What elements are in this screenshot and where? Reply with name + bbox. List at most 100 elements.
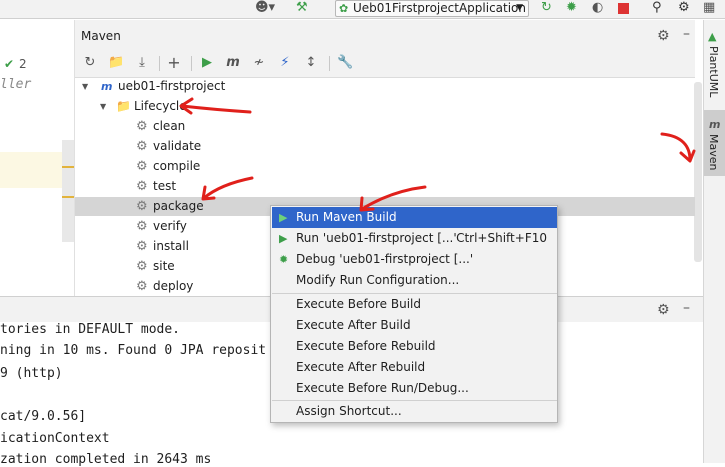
minimize-icon[interactable]: –	[683, 26, 690, 42]
console-line: ning in 10 ms. Found 0 JPA reposit	[0, 343, 267, 358]
menu-item-execute-before-run-debug[interactable]: Execute Before Run/Debug...	[272, 378, 557, 399]
run-icon: ▶	[279, 211, 288, 224]
menu-item-label: Modify Run Configuration...	[296, 273, 460, 287]
tree-node-label: compile	[153, 159, 201, 173]
menu-item-run-config[interactable]: ▶ Run 'ueb01-firstproject [...' Ctrl+Shi…	[272, 228, 557, 249]
tree-node-label: test	[153, 179, 177, 193]
maven-tab-icon: m	[709, 118, 721, 131]
chevron-down-icon[interactable]: ▼	[82, 77, 88, 96]
editor-scrollbar[interactable]	[62, 140, 74, 242]
gear-icon[interactable]: ⚙	[657, 28, 670, 44]
maven-toolbar: ↻ 📁 ⤓ + ▶ m ≁ ⚡ ↕ 🔧	[75, 50, 695, 78]
debug-icon: ✹	[279, 253, 289, 266]
gear-icon: ⚙	[136, 219, 148, 234]
tab-plantuml[interactable]: PlantUML	[707, 46, 720, 97]
tree-node-label: Lifecycle	[134, 99, 187, 113]
menu-item-execute-before-build[interactable]: Execute Before Build	[272, 294, 557, 315]
tree-node-phase[interactable]: ⚙ validate	[75, 137, 695, 156]
tree-node-label: deploy	[153, 279, 194, 293]
settings-icon[interactable]: ⚙	[678, 0, 690, 15]
inspection-count: 2	[19, 57, 27, 71]
console-line: zation completed in 2643 ms	[0, 452, 212, 467]
menu-item-label: Debug 'ueb01-firstproject [...'	[296, 252, 474, 266]
spring-icon: ✿	[339, 2, 349, 15]
menu-item-label: Execute After Rebuild	[296, 360, 426, 374]
offline-icon[interactable]: ⚡	[277, 55, 293, 71]
wrench-icon[interactable]: 🔧	[337, 55, 353, 71]
maven-panel-header	[75, 20, 695, 50]
menu-item-debug-config[interactable]: ✹ Debug 'ueb01-firstproject [...'	[272, 249, 557, 270]
console-line: cat/9.0.56]	[0, 409, 87, 424]
gear-icon: ⚙	[136, 199, 148, 214]
gear-icon: ⚙	[136, 179, 148, 194]
tree-node-label: ueb01-firstproject	[118, 79, 226, 93]
toolbar-separator	[329, 56, 330, 71]
menu-item-label: Execute Before Rebuild	[296, 339, 436, 353]
skip-tests-icon[interactable]: ≁	[251, 55, 267, 71]
folder-gear-icon: 📁	[116, 99, 131, 113]
maven-panel-title: Maven	[81, 29, 121, 43]
collapse-icon[interactable]: ↕	[303, 55, 319, 71]
toolbar-separator	[191, 56, 192, 71]
tree-scrollbar[interactable]	[694, 82, 702, 262]
menu-item-execute-after-rebuild[interactable]: Execute After Rebuild	[272, 357, 557, 378]
chevron-down-icon[interactable]: ▼	[100, 97, 106, 116]
tree-node-label: package	[153, 199, 204, 213]
run-configuration-label: Ueb01FirstprojectApplication	[353, 1, 527, 15]
gear-icon: ⚙	[136, 259, 148, 274]
tree-node-phase[interactable]: ⚙ test	[75, 177, 695, 196]
gear-icon[interactable]: ⚙	[657, 302, 670, 318]
tree-node-label: verify	[153, 219, 187, 233]
menu-item-label: Run Maven Build	[296, 210, 397, 224]
gear-icon: ⚙	[136, 279, 148, 294]
toolbar-separator	[159, 56, 160, 71]
plugin-icon[interactable]: ▦	[703, 0, 715, 15]
menu-item-label: Execute After Build	[296, 318, 411, 332]
gear-icon: ⚙	[136, 119, 148, 134]
run-toolbar: ☻▾ ⚒ ✿ Ueb01FirstprojectApplication ▼ ↻ …	[0, 0, 725, 19]
editor-marker	[62, 166, 74, 168]
tree-node-project[interactable]: ▼ m ueb01-firstproject	[75, 77, 695, 96]
plantuml-icon: ▲	[708, 30, 717, 43]
menu-item-label: Assign Shortcut...	[296, 404, 402, 418]
tree-node-label: install	[153, 239, 189, 253]
reload-icon[interactable]: ↻	[82, 55, 98, 71]
tree-node-label: site	[153, 259, 175, 273]
minimize-icon[interactable]: –	[683, 300, 690, 316]
menu-item-shortcut: Ctrl+Shift+F10	[456, 231, 547, 245]
console-line: tories in DEFAULT mode.	[0, 322, 181, 337]
console-line: icationContext	[0, 431, 110, 446]
check-icon: ✔	[4, 57, 15, 71]
run-configuration-select[interactable]: ✿ Ueb01FirstprojectApplication ▼	[335, 0, 529, 17]
chevron-down-icon: ▼	[516, 3, 523, 13]
menu-item-modify-run-config[interactable]: Modify Run Configuration...	[272, 270, 557, 291]
search-icon[interactable]: ⚲	[652, 0, 662, 15]
gear-icon: ⚙	[136, 159, 148, 174]
menu-item-assign-shortcut[interactable]: Assign Shortcut...	[272, 401, 557, 422]
hammer-icon[interactable]: ⚒	[296, 0, 308, 15]
maven-goal-icon[interactable]: m	[225, 55, 241, 71]
plus-icon[interactable]: +	[166, 55, 182, 71]
gear-icon: ⚙	[136, 139, 148, 154]
debug-icon[interactable]: ✹	[566, 0, 577, 15]
coverage-icon[interactable]: ◐	[592, 0, 603, 15]
console-line: 9 (http)	[0, 366, 63, 381]
tab-maven[interactable]: Maven	[707, 134, 720, 170]
editor-code-fragment: ller	[0, 77, 32, 92]
tree-node-label: validate	[153, 139, 202, 153]
run-icon[interactable]: ▶	[199, 55, 215, 71]
run-icon: ▶	[279, 232, 288, 245]
tree-node-phase[interactable]: ⚙ clean	[75, 117, 695, 136]
menu-item-label: Execute Before Run/Debug...	[296, 381, 469, 395]
menu-item-execute-before-rebuild[interactable]: Execute Before Rebuild	[272, 336, 557, 357]
tree-node-lifecycle[interactable]: ▼ 📁 Lifecycle	[75, 97, 695, 116]
menu-item-label: Run 'ueb01-firstproject [...'	[296, 231, 457, 245]
menu-item-run-maven-build[interactable]: ▶ Run Maven Build	[272, 207, 557, 228]
stop-icon[interactable]	[618, 3, 629, 14]
menu-item-execute-after-build[interactable]: Execute After Build	[272, 315, 557, 336]
user-icon[interactable]: ☻▾	[255, 0, 275, 15]
add-project-icon[interactable]: 📁	[108, 55, 124, 71]
tree-node-phase[interactable]: ⚙ compile	[75, 157, 695, 176]
download-icon[interactable]: ⤓	[134, 55, 150, 71]
rerun-icon[interactable]: ↻	[541, 0, 552, 15]
